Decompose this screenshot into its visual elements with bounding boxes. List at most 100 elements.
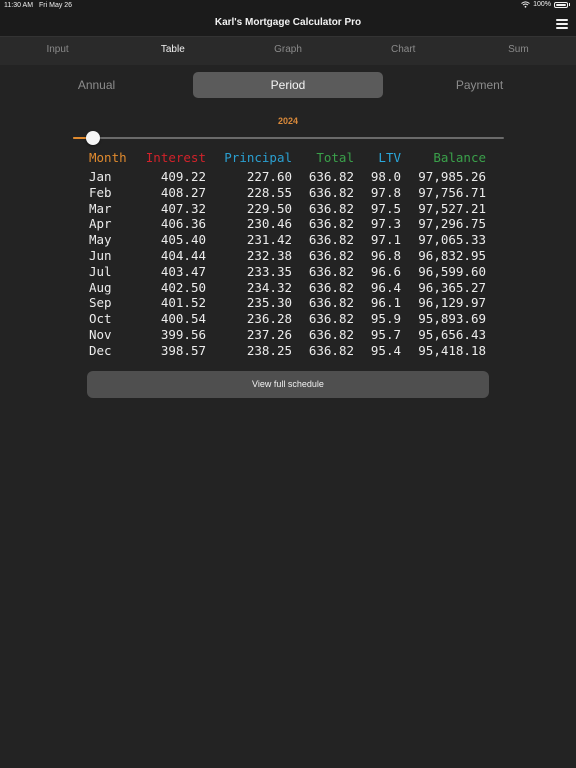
cell-ltv: 97.5 <box>370 200 401 216</box>
cell-interest: 408.27 <box>160 184 206 200</box>
cell-interest: 404.44 <box>160 247 206 263</box>
cell-interest: 403.47 <box>160 263 206 279</box>
table-row: Feb 408.27 228.55 636.82 97.8 97,756.71 <box>88 185 488 201</box>
table-row: Jan 409.22 227.60 636.82 98.0 97,985.26 <box>88 169 488 185</box>
header-ltv: LTV <box>378 150 401 165</box>
segment-period[interactable]: Period <box>193 72 383 98</box>
cell-interest: 405.40 <box>160 232 206 248</box>
cell-interest: 400.54 <box>160 311 206 327</box>
segment-annual[interactable]: Annual <box>0 72 193 98</box>
cell-month: Jul <box>89 263 112 279</box>
cell-balance: 97,985.26 <box>418 169 486 184</box>
cell-month: Dec <box>89 342 112 358</box>
cell-interest: 407.32 <box>160 200 206 216</box>
table-header-row: Month Interest Principal Total LTV Balan… <box>88 150 488 169</box>
table-row: Nov 399.56 237.26 636.82 95.7 95,656.43 <box>88 327 488 343</box>
cell-principal: 233.35 <box>246 263 292 279</box>
cell-principal: 236.28 <box>246 311 292 327</box>
tab-graph[interactable]: Graph <box>230 37 345 65</box>
cell-balance: 95,656.43 <box>418 326 486 342</box>
table-row: Jun 404.44 232.38 636.82 96.8 96,832.95 <box>88 248 488 264</box>
segment-payment[interactable]: Payment <box>383 72 576 98</box>
cell-balance: 96,365.27 <box>418 279 486 295</box>
cell-principal: 231.42 <box>246 232 292 248</box>
cell-month: Oct <box>89 311 112 327</box>
cell-total: 636.82 <box>308 216 354 232</box>
cell-interest: 399.56 <box>160 326 206 342</box>
status-date: Fri May 26 <box>39 2 73 9</box>
cell-balance: 97,296.75 <box>418 216 486 232</box>
cell-principal: 230.46 <box>246 216 292 232</box>
cell-total: 636.82 <box>308 342 354 358</box>
tab-input[interactable]: Input <box>0 37 115 65</box>
cell-month: Nov <box>89 326 112 342</box>
cell-interest: 398.57 <box>160 342 206 358</box>
cell-total: 636.82 <box>308 200 354 216</box>
cell-ltv: 96.4 <box>370 279 401 295</box>
cell-total: 636.82 <box>308 184 354 200</box>
cell-total: 636.82 <box>308 279 354 295</box>
cell-balance: 95,893.69 <box>418 311 486 327</box>
cell-month: Jun <box>89 247 112 263</box>
cell-total: 636.82 <box>308 311 354 327</box>
amortization-table: Month Interest Principal Total LTV Balan… <box>88 150 488 359</box>
cell-principal: 229.50 <box>246 200 292 216</box>
table-row: Jul 403.47 233.35 636.82 96.6 96,599.60 <box>88 264 488 280</box>
cell-interest: 402.50 <box>160 279 206 295</box>
year-slider-thumb[interactable] <box>86 131 101 145</box>
navigation-bar: Karl's Mortgage Calculator Pro <box>0 12 576 37</box>
year-slider-track[interactable] <box>73 137 504 139</box>
cell-interest: 406.36 <box>160 216 206 232</box>
status-bar: 11:30 AM Fri May 26 100% <box>0 0 576 12</box>
table-row: Oct 400.54 236.28 636.82 95.9 95,893.69 <box>88 311 488 327</box>
cell-balance: 96,129.97 <box>418 295 486 311</box>
cell-balance: 97,527.21 <box>418 200 486 216</box>
cell-principal: 237.26 <box>246 326 292 342</box>
table-row: Dec 398.57 238.25 636.82 95.4 95,418.18 <box>88 343 488 359</box>
cell-total: 636.82 <box>308 263 354 279</box>
header-balance: Balance <box>433 150 486 165</box>
cell-ltv: 97.3 <box>370 216 401 232</box>
table-row: Sep 401.52 235.30 636.82 96.1 96,129.97 <box>88 295 488 311</box>
cell-ltv: 97.1 <box>370 232 401 248</box>
header-month: Month <box>89 150 127 165</box>
header-interest: Interest <box>145 150 206 165</box>
cell-month: Feb <box>89 184 112 200</box>
cell-month: Aug <box>89 279 112 295</box>
battery-tip <box>569 3 570 6</box>
status-time: 11:30 AM <box>4 2 34 9</box>
cell-total: 636.82 <box>308 232 354 248</box>
cell-ltv: 96.1 <box>370 295 401 311</box>
cell-principal: 234.32 <box>246 279 292 295</box>
hamburger-menu-icon[interactable] <box>556 19 568 29</box>
cell-balance: 96,599.60 <box>418 263 486 279</box>
cell-interest: 409.22 <box>160 169 206 184</box>
header-total: Total <box>316 150 354 165</box>
cell-month: Apr <box>89 216 112 232</box>
cell-total: 636.82 <box>308 169 354 184</box>
cell-principal: 235.30 <box>246 295 292 311</box>
cell-principal: 227.60 <box>246 169 292 184</box>
cell-balance: 97,065.33 <box>418 232 486 248</box>
cell-total: 636.82 <box>308 247 354 263</box>
cell-ltv: 95.9 <box>370 311 401 327</box>
cell-month: May <box>89 232 112 248</box>
cell-month: Sep <box>89 295 112 311</box>
tab-sum[interactable]: Sum <box>461 37 576 65</box>
cell-balance: 97,756.71 <box>418 184 486 200</box>
cell-balance: 96,832.95 <box>418 247 486 263</box>
view-full-schedule-button[interactable]: View full schedule <box>87 371 489 398</box>
tab-chart[interactable]: Chart <box>346 37 461 65</box>
tab-table[interactable]: Table <box>115 37 230 65</box>
table-row: Aug 402.50 234.32 636.82 96.4 96,365.27 <box>88 280 488 296</box>
cell-ltv: 95.7 <box>370 326 401 342</box>
app-title: Karl's Mortgage Calculator Pro <box>214 17 362 28</box>
battery-percent: 100% <box>533 1 551 8</box>
status-right: 100% <box>521 1 570 8</box>
cell-ltv: 96.6 <box>370 263 401 279</box>
main-tabs: Input Table Graph Chart Sum <box>0 37 576 65</box>
cell-month: Jan <box>89 169 112 184</box>
cell-ltv: 98.0 <box>370 169 401 184</box>
cell-ltv: 95.4 <box>370 342 401 358</box>
period-segmented-control: Annual Period Payment <box>0 72 576 100</box>
